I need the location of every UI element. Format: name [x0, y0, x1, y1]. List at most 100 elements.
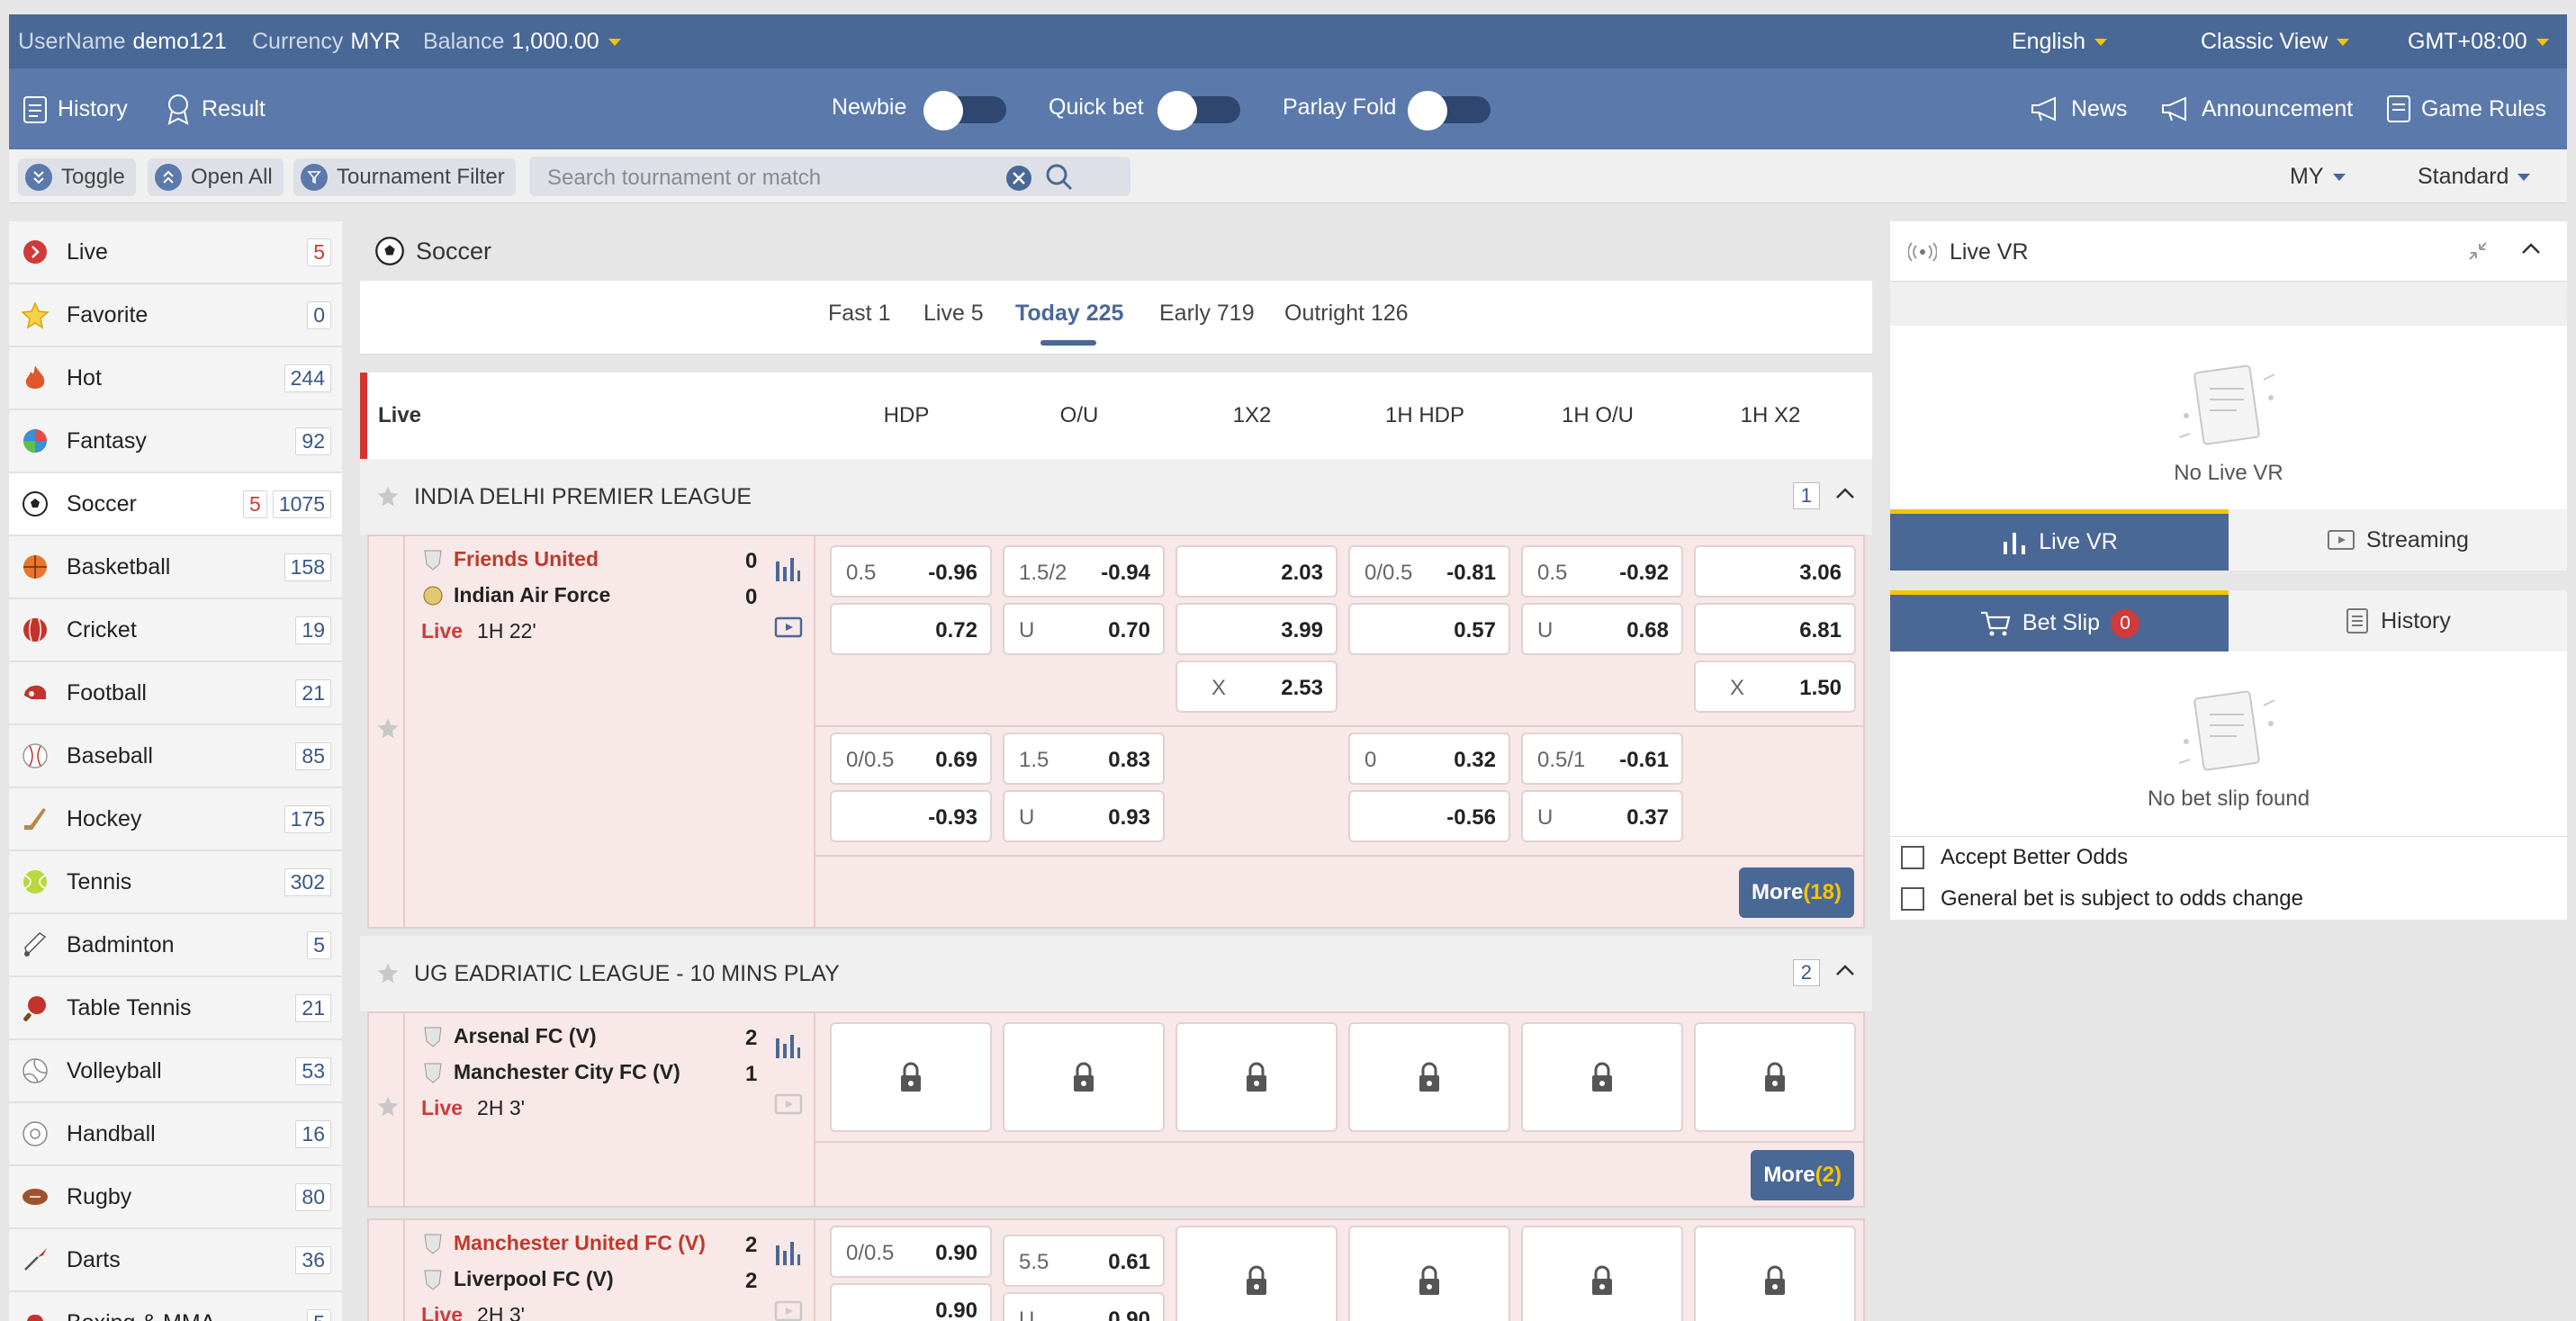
odds-cell-draw[interactable]: X 2.53 — [1175, 660, 1338, 713]
odds-type-dropdown[interactable]: Standard — [2418, 164, 2531, 190]
locked-odds-cell — [1694, 1022, 1856, 1132]
sidebar-item-live[interactable]: Live 5 — [9, 221, 342, 284]
timezone-dropdown[interactable]: GMT+08:00 — [2408, 29, 2549, 55]
odds-cell[interactable]: U 0.90 — [1003, 1292, 1165, 1321]
caret-down-icon — [2517, 174, 2531, 182]
search-input[interactable]: Search tournament or match — [529, 157, 1130, 196]
odds-cell[interactable]: 0.5 -0.96 — [830, 545, 992, 598]
odds-cell-draw[interactable]: X 1.50 — [1694, 660, 1856, 713]
odds-cell[interactable]: 5.5 0.61 — [1003, 1235, 1165, 1287]
tab-bet-slip[interactable]: Bet Slip 0 — [1890, 590, 2229, 652]
region-dropdown[interactable]: MY — [2290, 164, 2346, 190]
history-link[interactable]: History — [22, 68, 128, 149]
sidebar-item-basketball[interactable]: Basketball 158 — [9, 536, 342, 599]
sidebar-item-favorite[interactable]: Favorite 0 — [9, 284, 342, 347]
odds-cell[interactable]: 0/0.5 0.90 — [830, 1226, 992, 1278]
announcement-link[interactable]: Announcement — [2160, 68, 2353, 149]
sidebar-item-rugby[interactable]: Rugby 80 — [9, 1166, 342, 1229]
odds-cell[interactable]: 0.5 -0.92 — [1521, 545, 1683, 598]
sidebar-item-baseball[interactable]: Baseball 85 — [9, 725, 342, 788]
odds-cell[interactable]: 0.57 — [1348, 603, 1510, 655]
search-placeholder: Search tournament or match — [547, 166, 822, 190]
sidebar-item-handball[interactable]: Handball 16 — [9, 1103, 342, 1166]
star-icon[interactable] — [376, 484, 400, 508]
sidebar-item-cricket[interactable]: Cricket 19 — [9, 599, 342, 662]
clear-icon[interactable] — [1004, 164, 1033, 193]
odds-cell[interactable]: U 0.70 — [1003, 603, 1165, 655]
result-link[interactable]: Result — [164, 68, 266, 149]
odds-cell[interactable]: 0/0.5 0.69 — [830, 732, 992, 785]
odds-cell[interactable]: -0.56 — [1348, 790, 1510, 842]
tournament-filter-button[interactable]: Tournament Filter — [293, 158, 516, 196]
odds-cell[interactable]: -0.93 — [830, 790, 992, 842]
game-rules-link[interactable]: Game Rules — [2385, 68, 2546, 149]
parlay-fold-toggle[interactable] — [1408, 91, 1491, 130]
minimize-icon[interactable] — [2466, 239, 2490, 263]
odds-cell[interactable]: U 0.37 — [1521, 790, 1683, 842]
league-header[interactable]: UG EADRIATIC LEAGUE - 10 MINS PLAY 2 — [360, 936, 1872, 1011]
tab-streaming[interactable]: Streaming — [2229, 509, 2567, 571]
odds-cell[interactable]: 0.5/1 -0.61 — [1521, 732, 1683, 785]
sidebar-item-fantasy[interactable]: Fantasy 92 — [9, 410, 342, 473]
news-link[interactable]: News — [2030, 68, 2128, 149]
sidebar-item-darts[interactable]: Darts 36 — [9, 1229, 342, 1292]
more-markets-button[interactable]: More (2) — [1751, 1150, 1854, 1200]
view-dropdown[interactable]: Classic View — [2201, 29, 2350, 55]
search-icon[interactable] — [1044, 162, 1075, 193]
tab-fast[interactable]: Fast 1 — [828, 301, 890, 327]
sidebar-item-table-tennis[interactable]: Table Tennis 21 — [9, 977, 342, 1040]
chevron-up-icon[interactable] — [1834, 486, 1856, 500]
odds-cell[interactable]: 0 0.32 — [1348, 732, 1510, 785]
sidebar-item-label: Darts — [67, 1246, 121, 1272]
league-header[interactable]: INDIA DELHI PREMIER LEAGUE 1 — [360, 459, 1872, 535]
odds-cell[interactable]: U 0.68 — [1521, 603, 1683, 655]
sidebar-item-hot[interactable]: Hot 244 — [9, 347, 342, 410]
odds-cell[interactable]: 1.5 0.83 — [1003, 732, 1165, 785]
more-markets-button[interactable]: More (18) — [1738, 867, 1854, 918]
odds-cell[interactable]: 2.03 — [1175, 545, 1338, 598]
sidebar-item-boxing-mma[interactable]: Boxing & MMA 5 — [9, 1292, 342, 1321]
match-favorite — [369, 536, 405, 927]
chevron-up-icon[interactable] — [2520, 241, 2542, 256]
tab-outright[interactable]: Outright 126 — [1284, 301, 1409, 327]
odds-cell[interactable]: U 0.93 — [1003, 790, 1165, 842]
language-dropdown[interactable]: English — [2012, 29, 2107, 55]
sidebar-item-soccer[interactable]: Soccer 5 1075 — [9, 473, 342, 536]
quick-bet-toggle[interactable] — [1157, 91, 1240, 130]
sidebar-item-badminton[interactable]: Badminton 5 — [9, 914, 342, 977]
odds-cell[interactable]: 0.72 — [830, 603, 992, 655]
chevron-up-icon[interactable] — [1834, 963, 1856, 977]
open-all-button[interactable]: Open All — [148, 158, 284, 196]
odds-cell[interactable]: 3.99 — [1175, 603, 1338, 655]
star-icon[interactable] — [376, 1094, 400, 1118]
tab-live[interactable]: Live 5 — [923, 301, 984, 327]
live-stream-icon[interactable] — [774, 616, 803, 639]
locked-odds-cell — [1003, 1022, 1165, 1132]
stats-chart-icon[interactable] — [774, 1033, 801, 1060]
stats-chart-icon[interactable] — [774, 1240, 801, 1267]
toggle-button[interactable]: Toggle — [18, 158, 136, 196]
odds-cell[interactable]: 6.81 — [1694, 603, 1856, 655]
tab-early[interactable]: Early 719 — [1159, 301, 1255, 327]
odds-cell[interactable]: 3.06 — [1694, 545, 1856, 598]
accept-better-odds-checkbox[interactable]: Accept Better Odds — [1890, 837, 2567, 878]
bet-options: Accept Better Odds General bet is subjec… — [1890, 837, 2567, 920]
odds-cell[interactable]: 0/0.5 -0.81 — [1348, 545, 1510, 598]
newbie-toggle[interactable] — [923, 91, 1006, 130]
history-label: History — [58, 95, 128, 121]
odds-cell[interactable]: 1.5/2 -0.94 — [1003, 545, 1165, 598]
sidebar-item-football[interactable]: Football 21 — [9, 662, 342, 725]
star-icon[interactable] — [376, 961, 400, 984]
star-icon[interactable] — [376, 716, 400, 740]
odds-change-checkbox[interactable]: General bet is subject to odds change — [1890, 878, 2567, 920]
stats-chart-icon[interactable] — [774, 556, 801, 583]
balance-dropdown[interactable]: Balance 1,000.00 — [423, 29, 621, 55]
lock-icon — [1765, 1062, 1785, 1092]
sidebar-item-volleyball[interactable]: Volleyball 53 — [9, 1040, 342, 1103]
sidebar-item-hockey[interactable]: Hockey 175 — [9, 788, 342, 851]
odds-cell[interactable]: 0.90 — [830, 1283, 992, 1321]
sidebar-item-tennis[interactable]: Tennis 302 — [9, 851, 342, 914]
tab-history[interactable]: History — [2229, 590, 2567, 652]
tab-live-vr[interactable]: Live VR — [1890, 509, 2229, 571]
tab-today[interactable]: Today 225 — [1015, 301, 1123, 327]
